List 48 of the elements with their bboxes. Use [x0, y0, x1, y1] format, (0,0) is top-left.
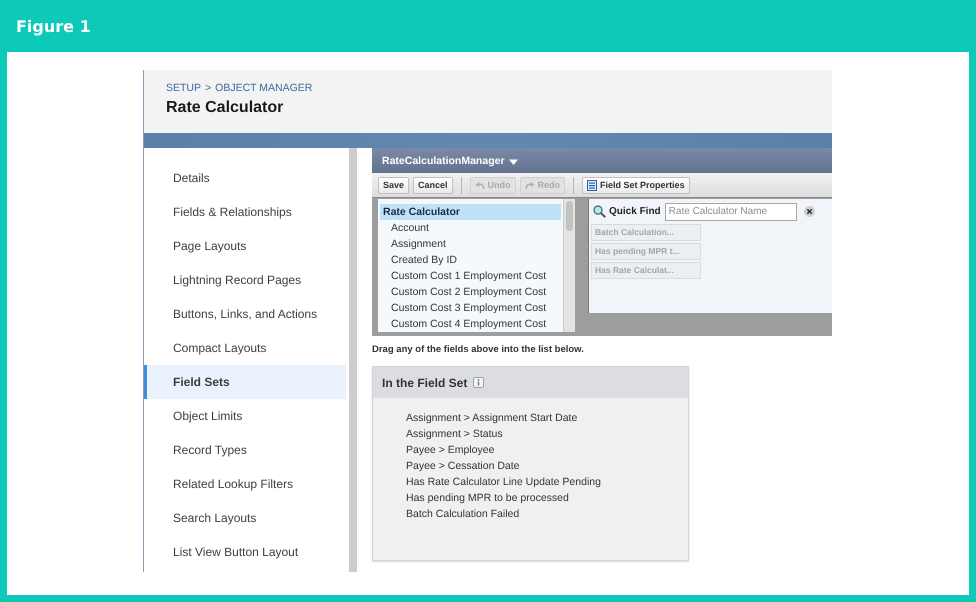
sidebar-item[interactable]: Lightning Record Pages [144, 263, 346, 297]
sidebar-item[interactable]: Compact Layouts [144, 331, 346, 365]
breadcrumb-link[interactable]: OBJECT MANAGER [215, 81, 312, 95]
sidebar-item[interactable]: Fields & Relationships [144, 195, 346, 229]
sidebar-item[interactable]: Record Types [144, 433, 346, 467]
info-icon[interactable] [473, 377, 484, 388]
redo-icon [524, 180, 535, 190]
field-set-item[interactable]: Payee > Employee [406, 442, 688, 458]
sidebar-item[interactable]: Search Layouts [144, 501, 346, 535]
breadcrumb-link[interactable]: SETUP [166, 81, 202, 95]
sidebar-item[interactable]: Page Layouts [144, 229, 346, 263]
sidebar-item[interactable]: Object Limits [144, 399, 346, 433]
page-title: Rate Calculator [166, 98, 284, 118]
field-set-item[interactable]: Payee > Cessation Date [406, 458, 688, 474]
toolbar-button[interactable]: Save [378, 176, 410, 194]
undo-icon [474, 180, 485, 190]
toolbar-button[interactable]: Cancel [413, 176, 453, 194]
tree-item[interactable]: Custom Cost 3 Employment Cost [380, 300, 561, 316]
clear-icon[interactable] [804, 206, 815, 217]
field-set-item[interactable]: Batch Calculation Failed [406, 506, 688, 522]
search-field[interactable]: Rate Calculator Name [664, 202, 797, 220]
sidebar-item[interactable]: Buttons, Links, and Actions [144, 297, 346, 331]
sidebar-item[interactable]: List View Button Layout [144, 535, 346, 569]
tree-item[interactable]: Custom Cost 2 Employment Cost [380, 284, 561, 300]
editor-title: RateCalculationManager [382, 154, 505, 166]
tree-item[interactable]: Custom Cost 4 Employment Cost [380, 316, 561, 332]
scrollbar[interactable] [563, 199, 575, 332]
figure-title: Figure 1 [16, 16, 91, 36]
sidebar-item[interactable]: Related Lookup Filters [144, 467, 346, 501]
search-icon [593, 205, 606, 218]
sidebar-item[interactable]: Field Sets [144, 365, 346, 399]
instruction-text: Drag any of the fields above into the list below. [372, 343, 584, 357]
tree-item[interactable]: Rate Calculator [380, 204, 561, 220]
tree-item[interactable]: Account [380, 220, 561, 236]
field-set-item[interactable]: Has Rate Calculator Line Update Pending [406, 474, 688, 490]
quick-find-label: Quick Find [609, 206, 661, 217]
caret-icon[interactable] [508, 159, 518, 165]
tree-item[interactable]: Custom Cost 1 Employment Cost [380, 268, 561, 284]
toolbar-button[interactable]: Field Set Properties [582, 176, 690, 194]
sidebar-item[interactable]: Details [144, 161, 346, 195]
field-set-item[interactable]: Has pending MPR to be processed [406, 490, 688, 506]
tree-item[interactable]: Assignment [380, 236, 561, 252]
document-icon [587, 180, 598, 190]
field-set-item[interactable]: Assignment > Assignment Start Date [406, 410, 688, 426]
field-set-title: In the Field Set [382, 376, 468, 390]
field-set-item[interactable]: Assignment > Status [406, 426, 688, 442]
tree-item[interactable]: Created By ID [380, 252, 561, 268]
breadcrumb-separator: > [205, 81, 212, 95]
